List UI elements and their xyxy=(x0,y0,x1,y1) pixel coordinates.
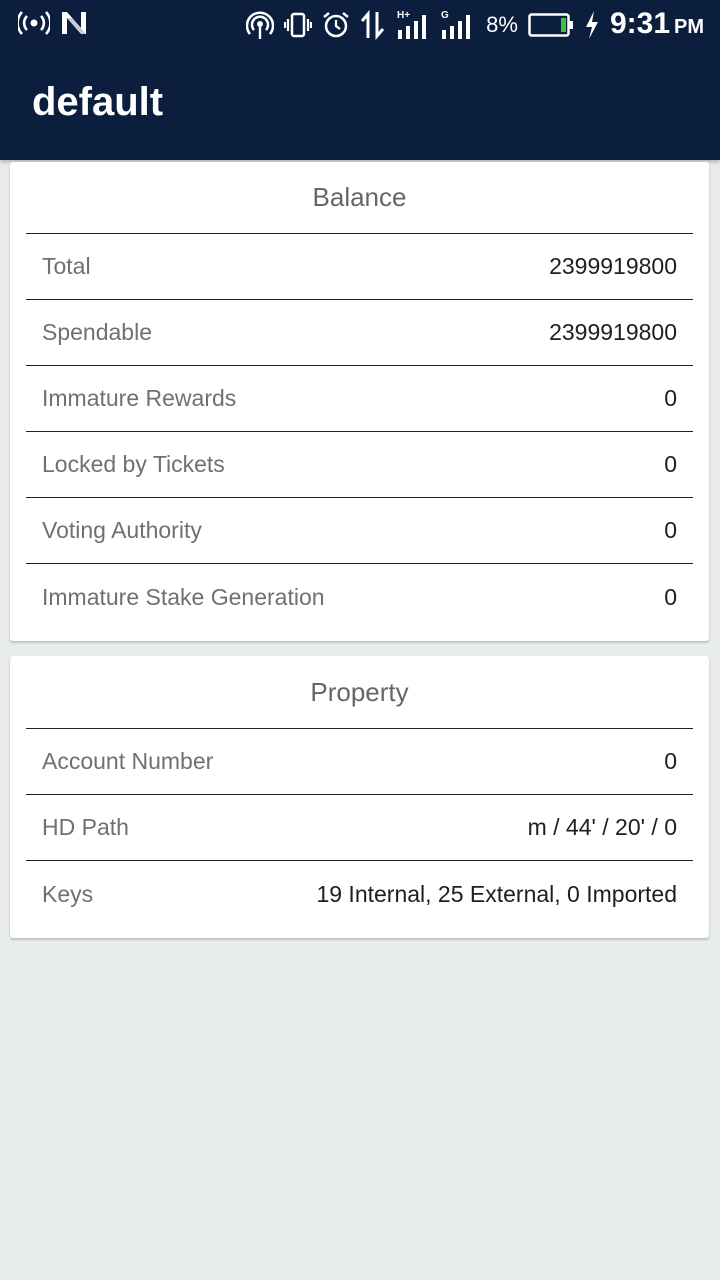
row-label: Immature Stake Generation xyxy=(42,583,325,610)
network-label-hplus: H+ xyxy=(397,10,410,21)
balance-row-locked-by-tickets: Locked by Tickets 0 xyxy=(26,432,693,498)
row-value: 0 xyxy=(664,517,677,543)
row-value: m / 44' / 20' / 0 xyxy=(527,814,677,840)
row-value: 19 Internal, 25 External, 0 Imported xyxy=(316,880,677,907)
n-brand-icon xyxy=(60,10,88,36)
row-label: Immature Rewards xyxy=(42,385,237,411)
battery-percent: 8% xyxy=(486,12,518,37)
row-value: 0 xyxy=(664,451,677,477)
clock-ampm: PM xyxy=(674,15,704,38)
battery-icon xyxy=(528,12,574,38)
vibrate-icon xyxy=(284,11,313,39)
network-label-g: G xyxy=(441,10,449,21)
row-label: Account Number xyxy=(42,748,214,774)
app-bar: default xyxy=(0,50,720,160)
row-label: Spendable xyxy=(42,319,152,345)
balance-row-spendable: Spendable 2399919800 xyxy=(26,300,693,366)
page-title: default xyxy=(32,80,164,124)
property-card: Property Account Number 0 HD Path m / 44… xyxy=(10,656,709,938)
wifi-hotspot-icon xyxy=(18,10,50,36)
clock-time: 9:31 xyxy=(609,6,670,40)
property-row-hd-path: HD Path m / 44' / 20' / 0 xyxy=(26,795,693,861)
data-transfer-icon xyxy=(360,10,386,40)
row-value: 0 xyxy=(664,583,677,610)
property-header: Property xyxy=(26,656,693,729)
status-right-icons: H+ G 8% 9:31 PM xyxy=(246,6,704,44)
row-value: 0 xyxy=(664,748,677,774)
balance-header: Balance xyxy=(26,162,693,234)
alarm-icon xyxy=(322,11,350,39)
balance-row-voting-authority: Voting Authority 0 xyxy=(26,498,693,564)
row-label: Locked by Tickets xyxy=(42,451,225,477)
balance-card: Balance Total 2399919800 Spendable 23999… xyxy=(10,162,709,641)
status-clock: 9:31 PM xyxy=(610,5,704,46)
status-bar: H+ G 8% 9:31 PM xyxy=(0,0,720,50)
nfc-icon xyxy=(246,10,275,40)
signal-strength-icon: H+ G xyxy=(396,9,476,41)
row-value: 2399919800 xyxy=(549,319,677,345)
balance-row-immature-stake-generation: Immature Stake Generation 0 xyxy=(26,564,693,630)
row-value: 0 xyxy=(664,385,677,411)
status-left-icons xyxy=(18,10,88,36)
row-label: HD Path xyxy=(42,814,129,840)
row-label: Voting Authority xyxy=(42,517,202,543)
row-value: 2399919800 xyxy=(549,253,677,279)
balance-row-immature-rewards: Immature Rewards 0 xyxy=(26,366,693,432)
balance-row-total: Total 2399919800 xyxy=(26,234,693,300)
charging-icon xyxy=(584,10,600,40)
row-label: Total xyxy=(42,253,91,279)
property-row-keys: Keys 19 Internal, 25 External, 0 Importe… xyxy=(26,861,693,927)
row-label: Keys xyxy=(42,880,94,907)
property-row-account-number: Account Number 0 xyxy=(26,729,693,795)
